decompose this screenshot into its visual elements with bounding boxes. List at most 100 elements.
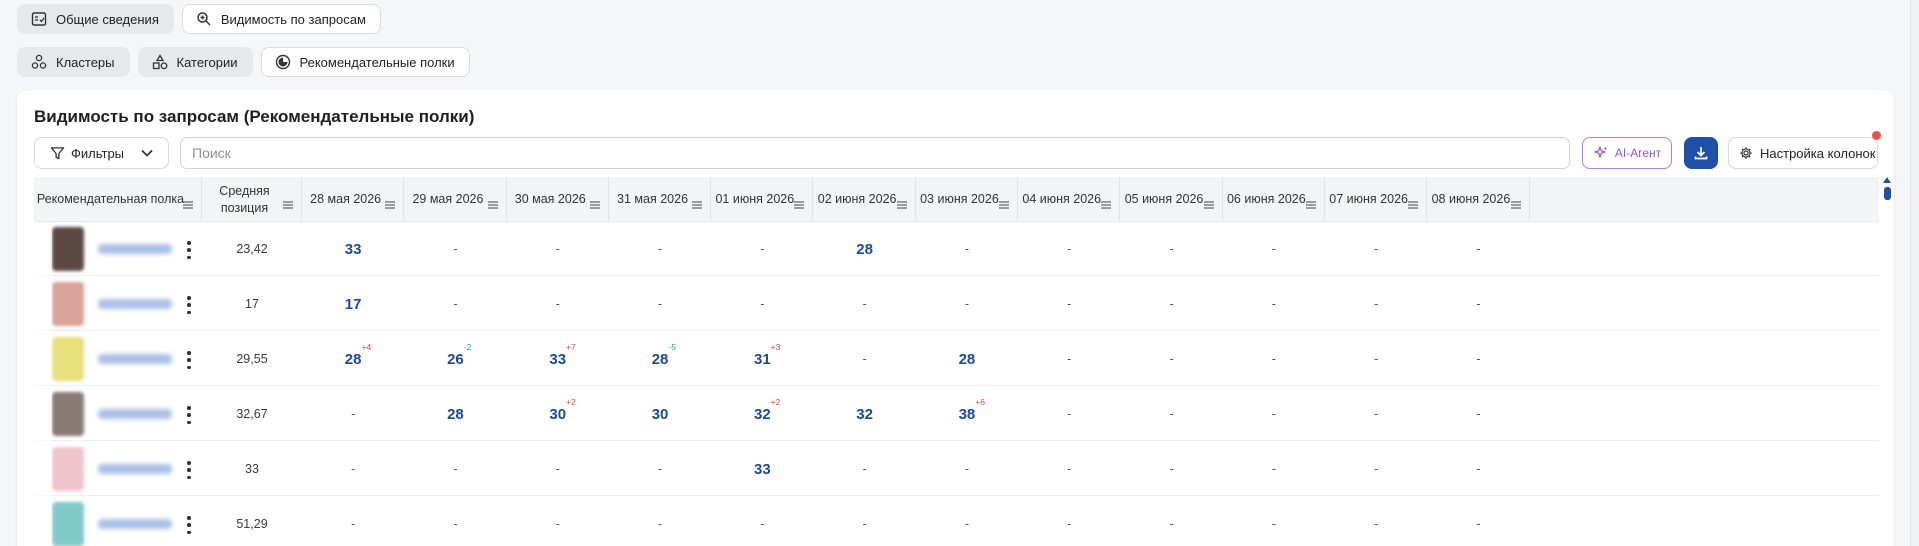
column-menu-icon[interactable] — [589, 197, 600, 213]
column-menu-icon[interactable] — [999, 197, 1010, 213]
position-number: - — [555, 462, 560, 476]
date-cell: - — [1325, 497, 1427, 546]
column-settings-button[interactable]: Настройка колонок — [1728, 137, 1878, 169]
download-button[interactable] — [1684, 137, 1718, 169]
date-cell: - — [711, 497, 813, 546]
date-cell[interactable]: 30 +2 — [507, 387, 609, 441]
date-cell: - — [1223, 442, 1325, 496]
position-number: - — [1067, 407, 1072, 421]
position-number: - — [1374, 462, 1379, 476]
filters-button[interactable]: Фильтры — [34, 137, 169, 169]
date-cell[interactable]: 31 +3 — [711, 332, 813, 386]
product-link[interactable] — [98, 354, 172, 364]
column-menu-icon[interactable] — [487, 197, 498, 213]
table-header: Рекомендательная полка Средняя позиция 28 … — [34, 177, 1879, 222]
product-thumbnail[interactable] — [52, 502, 84, 546]
position-number: - — [1374, 352, 1379, 366]
column-menu-icon[interactable] — [385, 197, 396, 213]
date-cell[interactable]: 38 +6 — [916, 387, 1018, 441]
header-date-label: 28 мая 2026 — [310, 192, 382, 207]
date-cell[interactable]: 28 — [404, 387, 506, 441]
column-menu-icon[interactable] — [1510, 197, 1521, 213]
product-link[interactable] — [98, 299, 172, 309]
row-menu-icon[interactable] — [184, 516, 194, 534]
column-menu-icon[interactable] — [692, 197, 703, 213]
column-menu-icon[interactable] — [794, 197, 805, 213]
table-row[interactable]: 17 17 - - - - - - - - - - - — [34, 277, 1879, 331]
position-number: - — [1271, 462, 1276, 476]
header-date[interactable]: 29 мая 2026 — [404, 177, 507, 222]
date-cell[interactable]: 26 -2 — [404, 332, 506, 386]
scrollbar-thumb[interactable] — [1883, 187, 1891, 200]
tab-shelves[interactable]: Рекомендательные полки — [260, 47, 470, 77]
tab-query-visibility[interactable]: Видимость по запросам — [181, 4, 381, 34]
date-cell[interactable]: 32 — [814, 387, 916, 441]
row-menu-icon[interactable] — [184, 241, 194, 259]
row-menu-icon[interactable] — [184, 461, 194, 479]
header-date[interactable]: 03 июня 2026 — [916, 177, 1019, 222]
product-thumbnail[interactable] — [52, 337, 84, 381]
header-date[interactable]: 06 июня 2026 — [1223, 177, 1325, 222]
scroll-up-arrow-icon[interactable] — [1883, 177, 1891, 183]
header-avg-position[interactable]: Средняя позиция — [202, 177, 302, 222]
date-cell[interactable]: 33 — [711, 442, 813, 496]
page-scrollbar[interactable] — [1910, 0, 1919, 546]
header-date[interactable]: 07 июня 2026 — [1325, 177, 1428, 222]
row-menu-icon[interactable] — [184, 406, 194, 424]
empty-value: - — [863, 517, 867, 531]
ai-agent-button[interactable]: AI-Агент — [1582, 137, 1672, 169]
position-number: - — [862, 517, 867, 531]
position-number: - — [1067, 352, 1072, 366]
date-cell[interactable]: 33 +7 — [507, 332, 609, 386]
tab-categories[interactable]: Категории — [137, 47, 253, 77]
table-row[interactable]: 29,55 28 +4 26 -2 33 +7 28 -5 31 +3-28- - - - - — [34, 332, 1879, 386]
column-menu-icon[interactable] — [1203, 197, 1214, 213]
product-link[interactable] — [98, 409, 172, 419]
column-menu-icon[interactable] — [896, 197, 907, 213]
date-cell[interactable]: 33 — [302, 222, 404, 276]
search-input[interactable] — [180, 137, 1570, 169]
table-row[interactable]: 51,29 - - - - - - - - - - - - — [34, 497, 1879, 546]
product-thumbnail[interactable] — [52, 392, 84, 436]
header-date[interactable]: 31 мая 2026 — [609, 177, 712, 222]
date-cell[interactable]: 28 -5 — [609, 332, 711, 386]
empty-value: - — [1374, 242, 1378, 256]
header-date[interactable]: 30 мая 2026 — [507, 177, 609, 222]
row-menu-icon[interactable] — [184, 296, 194, 314]
date-cell[interactable]: 28 — [814, 222, 916, 276]
table-scrollbar[interactable] — [1882, 177, 1892, 277]
table-row[interactable]: 23,42 33 - - - - 28 - - - - - - — [34, 222, 1879, 276]
table-row[interactable]: 33 - - - - 33 - - - - - - - — [34, 442, 1879, 496]
header-date[interactable]: 08 июня 2026 — [1427, 177, 1530, 222]
column-menu-icon[interactable] — [283, 197, 293, 213]
position-number: - — [1169, 407, 1174, 421]
product-thumbnail[interactable] — [52, 447, 84, 491]
row-menu-icon[interactable] — [184, 351, 194, 369]
header-date[interactable]: 28 мая 2026 — [302, 177, 405, 222]
product-link[interactable] — [98, 519, 172, 529]
date-cell[interactable]: 30 — [609, 387, 711, 441]
position-number: 26 — [447, 350, 464, 368]
empty-value: - — [1272, 352, 1276, 366]
tab-clusters[interactable]: Кластеры — [17, 47, 130, 77]
date-cell[interactable]: 32 +2 — [711, 387, 813, 441]
column-menu-icon[interactable] — [1408, 197, 1419, 213]
header-date[interactable]: 05 июня 2026 — [1120, 177, 1223, 222]
table-row[interactable]: 32,67-28 30 +2 30 32 +2 32 38 +6- - - - - — [34, 387, 1879, 441]
column-menu-icon[interactable] — [1101, 197, 1112, 213]
avg-position-value: 33 — [245, 462, 259, 476]
product-thumbnail[interactable] — [52, 282, 84, 326]
product-link[interactable] — [98, 244, 172, 254]
product-link[interactable] — [98, 464, 172, 474]
product-thumbnail[interactable] — [52, 227, 84, 271]
column-menu-icon[interactable] — [1305, 197, 1316, 213]
column-menu-icon[interactable] — [183, 197, 193, 213]
date-cell[interactable]: 17 — [302, 277, 404, 331]
header-date[interactable]: 01 июня 2026 — [711, 177, 814, 222]
header-shelf[interactable]: Рекомендательная полка — [34, 177, 202, 222]
header-date[interactable]: 02 июня 2026 — [814, 177, 916, 222]
header-date[interactable]: 04 июня 2026 — [1018, 177, 1121, 222]
date-cell[interactable]: 28 +4 — [302, 332, 404, 386]
tab-overview[interactable]: Общие сведения — [17, 4, 174, 34]
date-cell[interactable]: 28 — [916, 332, 1018, 386]
